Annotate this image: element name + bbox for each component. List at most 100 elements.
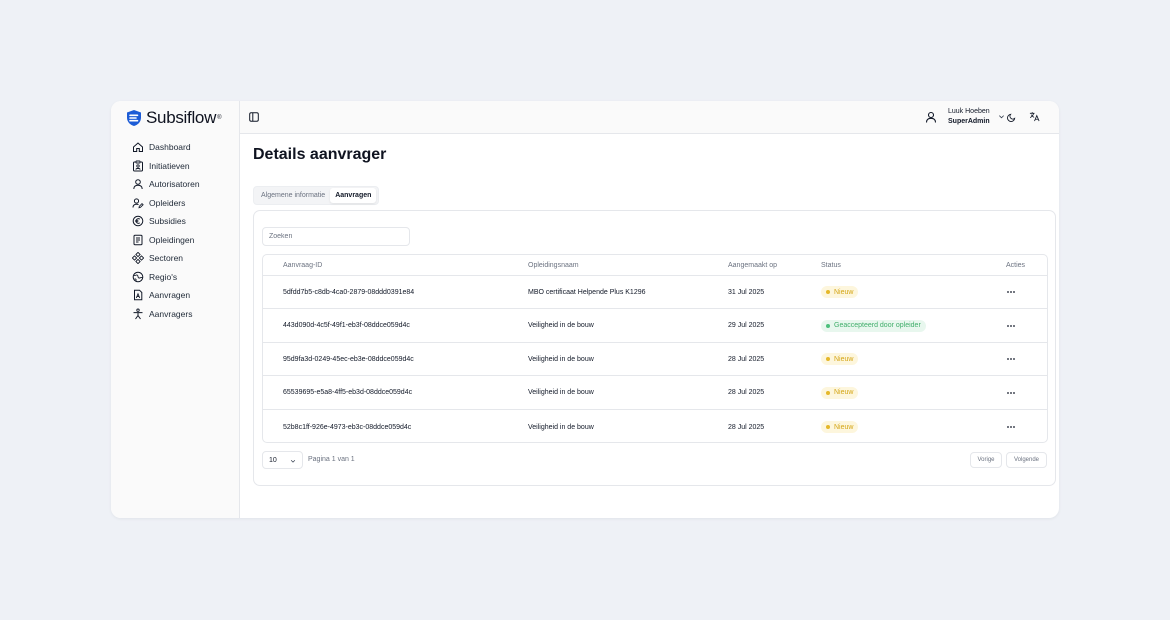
column-header-id[interactable]: Aanvraag-ID: [283, 255, 322, 275]
status-dot: [826, 357, 830, 361]
request-id: 5dfdd7b5-c8db-4ca0-2879-08ddd0391e84: [283, 288, 415, 296]
status-cell: Nieuw: [821, 410, 859, 442]
status-label: Geaccepteerd door opleider: [834, 322, 921, 329]
chevron-down-icon: [290, 459, 296, 463]
user-icon: [925, 111, 937, 123]
clipboard-icon: [133, 160, 143, 172]
status-label: Nieuw: [834, 423, 854, 431]
created-date: 28 Jul 2025: [728, 355, 765, 363]
sidebar-item-opleidingen[interactable]: Opleidingen: [132, 231, 200, 250]
tab-algemene-informatie[interactable]: Algemene informatie: [256, 188, 330, 203]
sidebar-item-dashboard[interactable]: Dashboard: [132, 138, 200, 157]
created-date: 28 Jul 2025: [728, 423, 765, 431]
table-row[interactable]: 52b8c1ff-926e-4973-eb3c-08ddce059d4c Veil…: [263, 410, 1047, 442]
network-icon: [132, 252, 144, 265]
created-date: 29 Jul 2025: [728, 322, 765, 329]
column-header-actions: Acties: [1006, 261, 1026, 269]
translate-icon[interactable]: [1029, 111, 1040, 122]
sidebar-item-sectoren[interactable]: Sectoren: [132, 249, 200, 268]
status-badge: Nieuw: [821, 353, 859, 365]
training-name: Veiligheid in de bouw: [528, 389, 594, 396]
sidebar-item-label: Autorisatoren: [149, 179, 200, 190]
euro-icon: [132, 215, 144, 227]
column-header-date[interactable]: Aangemaakt op: [728, 255, 777, 275]
sidebar-nav: Dashboard Initiatieven Autorisatoren Opleid…: [132, 138, 200, 323]
table-row[interactable]: 5dfdd7b5-c8db-4ca0-2879-08ddd0391e84 MBO …: [263, 276, 1047, 309]
created-date: 31 Jul 2025: [728, 288, 765, 296]
table-row[interactable]: 95d9fa3d-0249-45ec-eb3e-08ddce059d4c Veil…: [263, 343, 1047, 376]
sidebar-item-label: Opleidingen: [149, 234, 195, 245]
next-page-button[interactable]: Volgende: [1006, 452, 1047, 468]
sidebar-toggle-icon[interactable]: [249, 112, 259, 122]
column-header-name[interactable]: Opleidingsnaam: [528, 255, 579, 275]
actions-cell: [1006, 376, 1016, 409]
status-badge: Nieuw: [821, 421, 859, 433]
training-name: Veiligheid in de bouw: [528, 355, 594, 363]
tab-aanvragen[interactable]: Aanvragen: [330, 188, 377, 203]
user-pen-icon: [132, 198, 144, 209]
request-id: 65539695-e5a8-4ff5-eb3d-08ddce059d4c: [283, 389, 413, 396]
request-id: 95d9fa3d-0249-45ec-eb3e-08ddce059d4c: [283, 355, 414, 363]
sidebar-item-label: Initiatieven: [149, 160, 190, 171]
training-name: MBO certificaat Helpende Plus K1296: [528, 288, 646, 296]
previous-page-button[interactable]: Vorige: [970, 452, 1002, 468]
status-dot: [826, 290, 830, 294]
page-size-value: 10: [269, 456, 277, 464]
user-role: SuperAdmin: [948, 117, 990, 125]
page-info: Pagina 1 van 1: [308, 456, 355, 463]
page-title: Details aanvrager: [253, 146, 387, 163]
created-date: 28 Jul 2025: [728, 389, 765, 396]
sidebar-item-initiatieven[interactable]: Initiatieven: [132, 157, 200, 176]
home-icon: [133, 142, 143, 153]
table-row[interactable]: 65539695-e5a8-4ff5-eb3d-08ddce059d4c Veil…: [263, 376, 1047, 410]
sidebar: Subsiflow® Dashboard Initiatieven Autorisa…: [111, 101, 240, 518]
main-content: Details aanvrager Algemene informatie Aan…: [240, 134, 1059, 518]
status-badge: Nieuw: [821, 386, 859, 399]
status-badge: Nieuw: [821, 286, 859, 298]
column-header-status[interactable]: Status: [821, 255, 841, 275]
more-options-icon[interactable]: [1006, 388, 1016, 398]
user-name: Luuk Hoeben: [948, 108, 990, 115]
status-cell: Geaccepteerd door opleider: [821, 309, 926, 342]
actions-cell: [1006, 276, 1016, 308]
more-options-icon[interactable]: [1006, 321, 1016, 331]
moon-icon[interactable]: [1007, 113, 1016, 122]
actions-cell: [1006, 343, 1016, 375]
sidebar-item-autorisatoren[interactable]: Autorisatoren: [132, 175, 200, 194]
user-icon: [133, 179, 143, 190]
more-options-icon[interactable]: [1006, 287, 1016, 297]
more-options-icon[interactable]: [1006, 354, 1016, 364]
content-card: Aanvraag-ID Opleidingsnaam Aangemaakt op…: [253, 210, 1056, 486]
more-options-icon[interactable]: [1006, 422, 1016, 432]
sidebar-item-aanvragers[interactable]: Aanvragers: [132, 305, 200, 324]
chevron-down-icon: [998, 115, 1004, 119]
status-cell: Nieuw: [821, 343, 859, 375]
globe-icon: [132, 271, 144, 283]
training-name: Veiligheid in de bouw: [528, 423, 594, 431]
actions-cell: [1006, 309, 1016, 342]
sidebar-item-label: Aanvragers: [149, 308, 193, 319]
search-input[interactable]: [262, 227, 410, 246]
status-dot: [826, 390, 830, 395]
sidebar-item-subsidies[interactable]: Subsidies: [132, 212, 200, 231]
status-label: Nieuw: [834, 288, 854, 296]
status-cell: Nieuw: [821, 276, 859, 308]
sidebar-item-regio-s[interactable]: Regio's: [132, 268, 200, 287]
request-id: 52b8c1ff-926e-4973-eb3c-08ddce059d4c: [283, 423, 412, 431]
subsiflow-logo-icon: [127, 110, 141, 126]
user-menu[interactable]: Luuk Hoeben SuperAdmin: [925, 107, 1005, 126]
user-info: Luuk Hoeben SuperAdmin: [948, 107, 990, 126]
page-size-select[interactable]: 10: [262, 451, 303, 469]
sidebar-item-label: Regio's: [149, 271, 178, 282]
table-row[interactable]: 443d090d-4c5f-49f1-eb3f-08ddce059d4c Veil…: [263, 309, 1047, 343]
logo[interactable]: Subsiflow®: [125, 109, 221, 127]
sidebar-item-aanvragen[interactable]: Aanvragen: [132, 286, 200, 305]
sidebar-item-opleiders[interactable]: Opleiders: [132, 194, 200, 213]
actions-cell: [1006, 410, 1016, 442]
request-id: 443d090d-4c5f-49f1-eb3f-08ddce059d4c: [283, 322, 410, 329]
status-dot: [826, 323, 830, 328]
training-name: Veiligheid in de bouw: [528, 322, 594, 329]
topbar: Luuk Hoeben SuperAdmin: [240, 101, 1059, 134]
person-icon: [133, 308, 143, 320]
status-cell: Nieuw: [821, 376, 859, 409]
